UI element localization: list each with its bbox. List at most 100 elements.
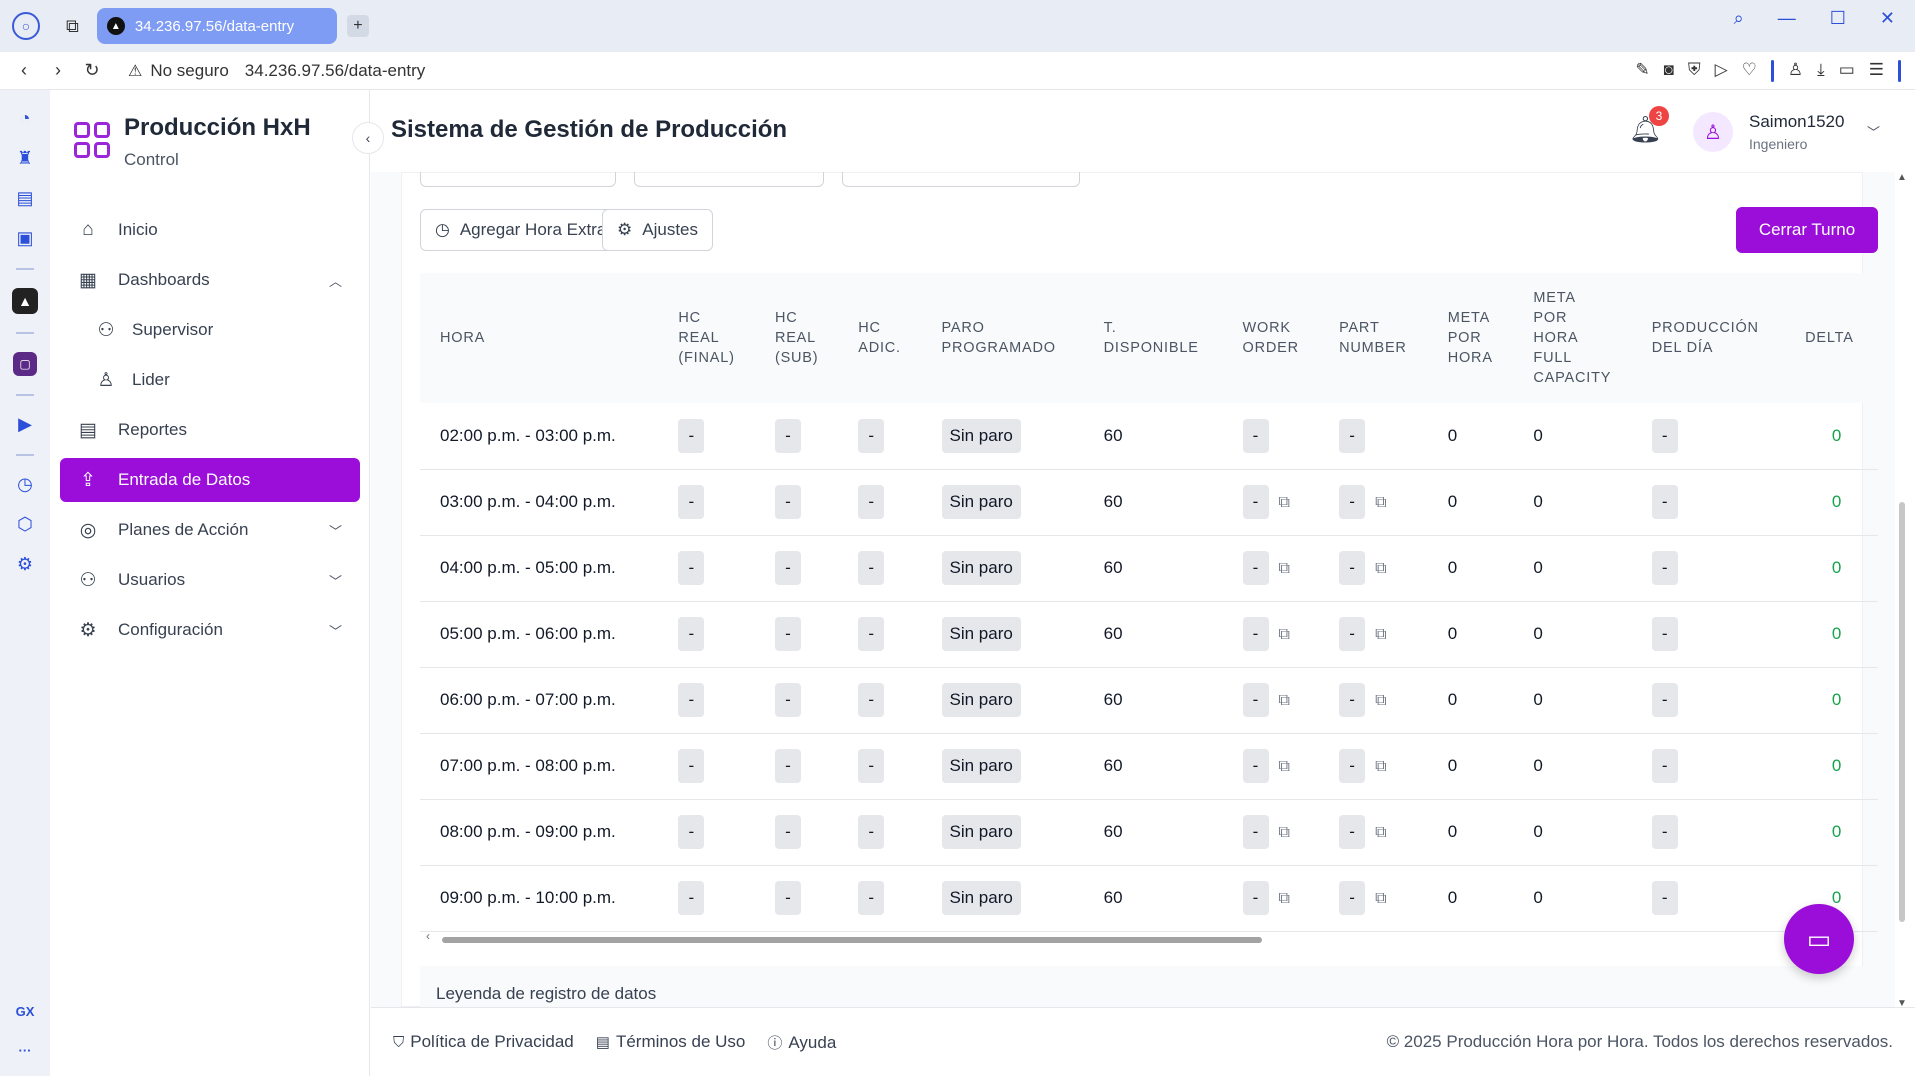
part-number-value[interactable]: - — [1339, 683, 1366, 717]
heart-icon[interactable]: ♡ — [1742, 60, 1757, 82]
scroll-thumb[interactable] — [1899, 502, 1905, 922]
back-icon[interactable]: ‹ — [14, 60, 34, 81]
copy-icon[interactable]: ⧉ — [1279, 626, 1290, 644]
user-name[interactable]: Saimon1520 — [1749, 112, 1844, 132]
field-1[interactable] — [420, 172, 616, 187]
more-icon[interactable]: ··· — [18, 1043, 31, 1058]
shield-icon[interactable]: ⛨ — [1688, 60, 1701, 82]
part-number-value[interactable]: - — [1339, 749, 1366, 783]
part-number-value[interactable]: - — [1339, 418, 1366, 453]
copy-icon[interactable]: ⧉ — [1375, 626, 1386, 644]
chat-button[interactable]: ▭ — [1784, 904, 1854, 974]
sidebar-item-supervisor[interactable]: ⚇ Supervisor — [60, 308, 360, 352]
avatar[interactable]: ♙ — [1693, 112, 1733, 152]
hc-final-value[interactable]: - — [678, 683, 705, 717]
paro-value[interactable]: Sin paro — [941, 683, 1021, 717]
work-order-value[interactable]: - — [1242, 749, 1269, 783]
menu-icon[interactable]: ☰ — [1869, 60, 1884, 82]
cube-icon[interactable]: ⬡ — [17, 514, 33, 536]
sidebar-item-configuracion[interactable]: ⚙ Configuración ﹀ — [60, 608, 360, 652]
paro-value[interactable]: Sin paro — [941, 815, 1021, 849]
copy-icon[interactable]: ⧉ — [1279, 692, 1290, 710]
hc-final-value[interactable]: - — [678, 485, 705, 519]
paro-value[interactable]: Sin paro — [941, 749, 1021, 783]
copy-icon[interactable]: ⧉ — [1279, 494, 1290, 512]
close-shift-button[interactable]: Cerrar Turno — [1736, 207, 1878, 253]
paro-value[interactable]: Sin paro — [941, 418, 1021, 453]
hc-final-value[interactable]: - — [678, 749, 705, 783]
hc-final-value[interactable]: - — [678, 551, 705, 585]
hc-sub-value[interactable]: - — [774, 617, 801, 651]
app-shortcut-icon[interactable]: ▲ — [12, 288, 38, 314]
part-number-value[interactable]: - — [1339, 881, 1366, 915]
hc-final-value[interactable]: - — [678, 418, 705, 453]
produccion-value[interactable]: - — [1651, 551, 1678, 585]
browser-tab[interactable]: ▲ 34.236.97.56/data-entry — [96, 8, 337, 44]
hc-sub-value[interactable]: - — [774, 418, 801, 453]
hc-sub-value[interactable]: - — [774, 485, 801, 519]
player-icon[interactable]: ▶ — [18, 414, 32, 436]
maximize-icon[interactable]: ☐ — [1830, 8, 1846, 29]
copy-icon[interactable]: ⧉ — [1375, 692, 1386, 710]
work-order-value[interactable]: - — [1242, 485, 1269, 519]
copy-icon[interactable]: ⧉ — [1375, 824, 1386, 842]
settings-icon[interactable]: ⚙ — [17, 554, 33, 576]
hc-adic-value[interactable]: - — [858, 485, 885, 519]
hc-adic-value[interactable]: - — [858, 617, 885, 651]
work-order-value[interactable]: - — [1242, 683, 1269, 717]
paro-value[interactable]: Sin paro — [941, 617, 1021, 651]
battery-icon[interactable]: ▭ — [1839, 60, 1855, 82]
twitch-icon[interactable]: ▢ — [13, 352, 37, 376]
part-number-value[interactable]: - — [1339, 485, 1366, 519]
profile-icon[interactable]: ♙ — [1788, 60, 1803, 82]
url-field[interactable]: ⚠ No seguro 34.236.97.56/data-entry — [128, 61, 425, 81]
part-number-value[interactable]: - — [1339, 617, 1366, 651]
send-icon[interactable]: ▷ — [1715, 60, 1728, 82]
copy-icon[interactable]: ⧉ — [1375, 758, 1386, 776]
part-number-value[interactable]: - — [1339, 551, 1366, 585]
paro-value[interactable]: Sin paro — [941, 551, 1021, 585]
search-icon[interactable]: ⌕ — [1734, 8, 1744, 29]
minimize-icon[interactable]: — — [1778, 8, 1796, 29]
hc-adic-value[interactable]: - — [858, 815, 885, 849]
sidebar-item-dashboards[interactable]: ▦ Dashboards ︿ — [60, 258, 360, 302]
terms-link[interactable]: ▤ Términos de Uso — [596, 1032, 746, 1053]
tab-manager-icon[interactable]: ⧉ — [66, 16, 79, 37]
copy-icon[interactable]: ⧉ — [1279, 890, 1290, 908]
settings-button[interactable]: ⚙ Ajustes — [602, 209, 713, 251]
vertical-scrollbar[interactable]: ▲ ▼ — [1897, 172, 1907, 1009]
hc-sub-value[interactable]: - — [774, 881, 801, 915]
work-order-value[interactable]: - — [1242, 815, 1269, 849]
scroll-left-icon[interactable]: ‹ — [426, 929, 430, 943]
produccion-value[interactable]: - — [1651, 881, 1678, 915]
edit-icon[interactable]: ✎ — [1635, 60, 1649, 82]
sidebar-item-usuarios[interactable]: ⚇ Usuarios ﹀ — [60, 558, 360, 602]
part-number-value[interactable]: - — [1339, 815, 1366, 849]
produccion-value[interactable]: - — [1651, 749, 1678, 783]
copy-icon[interactable]: ⧉ — [1279, 824, 1290, 842]
scroll-thumb[interactable] — [442, 937, 1262, 943]
sidebar-item-reportes[interactable]: ▤ Reportes — [60, 408, 360, 452]
paro-value[interactable]: Sin paro — [941, 485, 1021, 519]
produccion-value[interactable]: - — [1651, 418, 1678, 453]
produccion-value[interactable]: - — [1651, 815, 1678, 849]
gx-corner-icon[interactable]: ▤ — [16, 188, 33, 210]
hc-final-value[interactable]: - — [678, 815, 705, 849]
copy-icon[interactable]: ⧉ — [1375, 494, 1386, 512]
hc-sub-value[interactable]: - — [774, 551, 801, 585]
hc-sub-value[interactable]: - — [774, 683, 801, 717]
close-icon[interactable]: ✕ — [1880, 8, 1895, 29]
work-order-value[interactable]: - — [1242, 617, 1269, 651]
forward-icon[interactable]: › — [48, 60, 68, 81]
hc-sub-value[interactable]: - — [774, 815, 801, 849]
collapse-sidebar-button[interactable]: ‹ — [352, 122, 384, 154]
produccion-value[interactable]: - — [1651, 683, 1678, 717]
gx-icon[interactable]: GX — [16, 1004, 35, 1019]
camera-icon[interactable]: ◙ — [1664, 60, 1674, 82]
copy-icon[interactable]: ⧉ — [1279, 758, 1290, 776]
history-icon[interactable]: ◷ — [17, 474, 33, 496]
speed-dial-icon[interactable]: ◔ — [20, 108, 31, 130]
work-order-value[interactable]: - — [1242, 418, 1269, 453]
produccion-value[interactable]: - — [1651, 617, 1678, 651]
chevron-down-icon[interactable]: ﹀ — [1867, 122, 1880, 141]
